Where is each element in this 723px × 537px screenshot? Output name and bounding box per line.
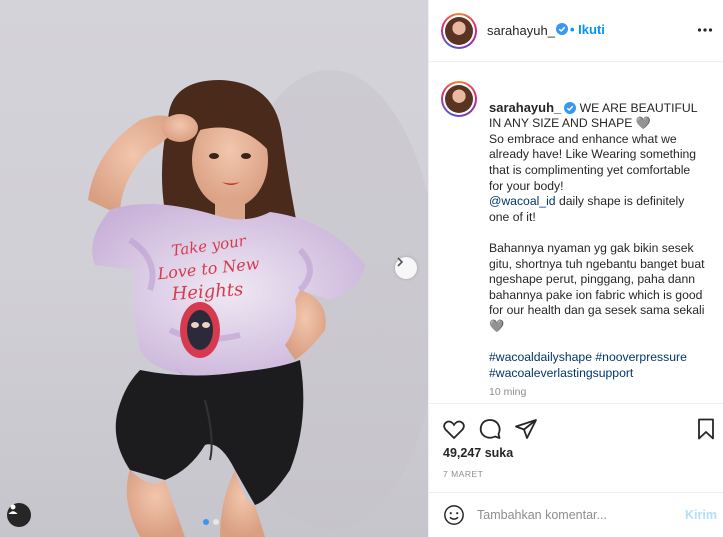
carousel-next-button[interactable] <box>395 257 417 279</box>
caption-username[interactable]: sarahayuh_ <box>489 100 561 115</box>
avatar[interactable] <box>441 13 477 49</box>
caption-paragraph: Bahannya nyaman yg gak bikin sesek gitu,… <box>489 240 705 333</box>
post-header: sarahayuh_ • Ikuti <box>429 0 723 62</box>
chevron-right-icon <box>397 257 404 267</box>
hashtag-link[interactable]: #wacoaldailyshape <box>489 350 592 364</box>
post-image: Take your Love to New Heights <box>88 70 428 537</box>
avatar[interactable] <box>441 81 477 117</box>
action-bar <box>429 403 723 451</box>
heart-icon[interactable] <box>442 417 466 441</box>
caption-section: sarahayuh_ WE ARE BEAUTIFUL IN ANY SIZE … <box>429 63 723 403</box>
carousel-dot <box>213 519 219 525</box>
follow-button[interactable]: • Ikuti <box>570 22 605 37</box>
send-comment-button[interactable]: Kirim <box>685 508 717 522</box>
post-caption: sarahayuh_ WE ARE BEAUTIFUL IN ANY SIZE … <box>489 84 707 397</box>
smiley-icon[interactable] <box>443 504 465 526</box>
paper-plane-icon[interactable] <box>514 417 538 441</box>
hashtag-link[interactable]: #wacoaleverlastingsupport <box>489 366 633 380</box>
post-photo[interactable]: Take your Love to New Heights <box>0 0 428 537</box>
verified-badge-icon <box>556 23 568 35</box>
post-date: 7 MARET <box>443 469 484 479</box>
tagged-users-button[interactable] <box>7 503 31 527</box>
verified-badge-icon <box>564 101 577 114</box>
comment-bar: Kirim <box>429 492 723 537</box>
caption-line: So embrace and enhance what we already h… <box>489 131 697 193</box>
hashtag-link[interactable]: #nooverpressure <box>595 350 686 364</box>
mention-link[interactable]: @wacoal_id <box>489 194 556 208</box>
bookmark-icon[interactable] <box>694 417 718 441</box>
like-count[interactable]: 49,247 suka <box>443 446 513 460</box>
carousel-indicator <box>203 519 219 525</box>
user-tag-icon <box>8 504 18 514</box>
more-options-icon[interactable] <box>697 27 713 33</box>
caption-timestamp: 10 ming <box>489 386 527 398</box>
comment-icon[interactable] <box>478 417 502 441</box>
carousel-dot <box>203 519 209 525</box>
comment-input[interactable] <box>477 505 667 525</box>
username-link[interactable]: sarahayuh_ <box>487 23 555 38</box>
post-side-panel: sarahayuh_ • Ikuti sarahayuh_ WE ARE BEA… <box>428 0 723 537</box>
